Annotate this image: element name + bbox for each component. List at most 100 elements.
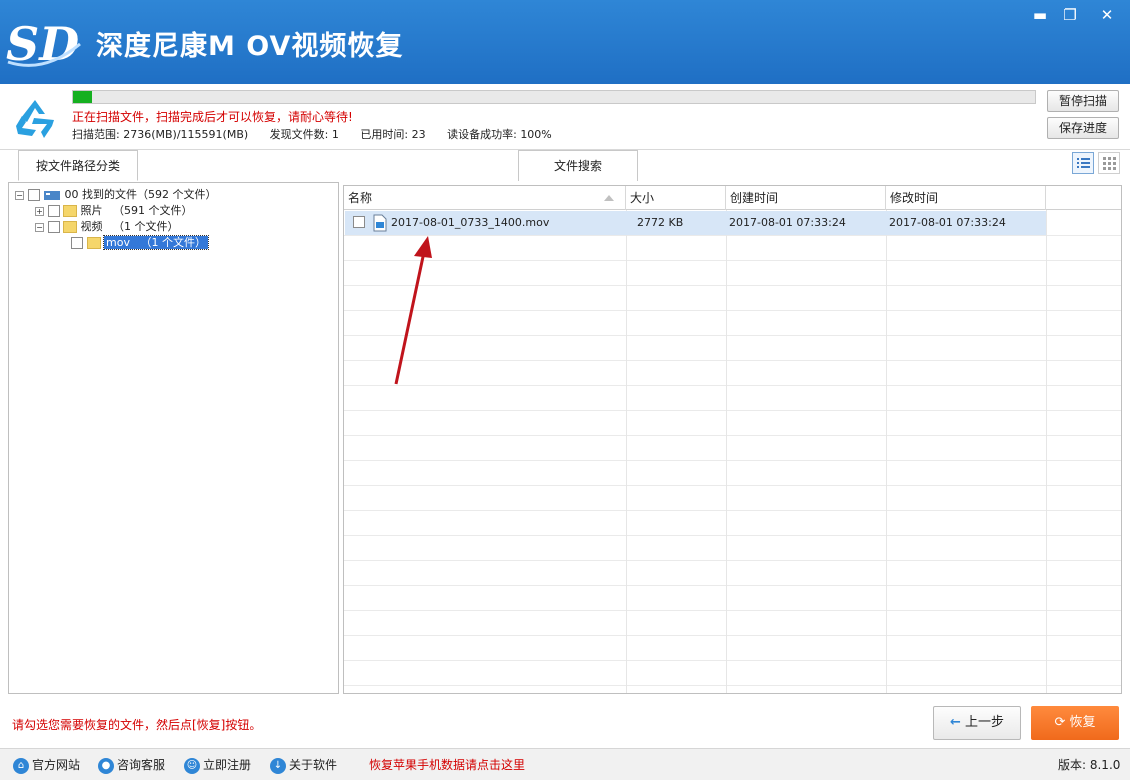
folder-icon xyxy=(63,205,77,217)
tree-label: 照片 xyxy=(80,204,103,217)
grid-row-line xyxy=(344,485,1121,486)
about-link[interactable]: ↓ 关于软件 xyxy=(270,757,337,774)
file-created: 2017-08-01 07:33:24 xyxy=(729,216,846,229)
app-title: 深度尼康M OV视频恢复 xyxy=(96,31,404,62)
grid-row-line xyxy=(344,635,1121,636)
collapse-icon[interactable]: − xyxy=(15,190,24,200)
tab-by-path[interactable]: 按文件路径分类 xyxy=(18,150,138,181)
minimize-button[interactable]: ▬ xyxy=(1027,4,1053,26)
column-size[interactable]: 大小 xyxy=(626,186,726,210)
save-progress-button[interactable]: 保存进度 xyxy=(1047,117,1119,139)
official-site-link[interactable]: ⌂ 官方网站 xyxy=(13,757,80,774)
grid-row-line xyxy=(344,660,1121,661)
grid-row-line xyxy=(344,435,1121,436)
tree-count: （1 个文件） xyxy=(113,220,179,233)
file-modified: 2017-08-01 07:33:24 xyxy=(889,216,1006,229)
chat-icon: ● xyxy=(98,757,114,774)
list-view-icon[interactable] xyxy=(1072,152,1094,174)
apple-recovery-link[interactable]: 恢复苹果手机数据请点击这里 xyxy=(369,757,525,773)
annotation-arrow xyxy=(394,236,432,385)
title-bar: SD 深度尼康M OV视频恢复 ▬ ❐ ✕ xyxy=(0,0,1130,84)
row-checkbox[interactable] xyxy=(353,216,365,228)
scan-progress-bar xyxy=(72,90,1036,104)
video-file-icon xyxy=(373,214,387,232)
grid-column-line xyxy=(726,210,727,693)
grid-row-line xyxy=(344,235,1121,236)
scan-status-text: 正在扫描文件，扫描完成后才可以恢复，请耐心等待! xyxy=(72,110,353,124)
grid-column-line xyxy=(1046,210,1047,693)
folder-icon xyxy=(86,237,101,249)
column-modified[interactable]: 修改时间 xyxy=(886,186,1046,210)
found-count: 发现文件数: 1 xyxy=(269,128,339,141)
grid-column-line xyxy=(626,210,627,693)
list-header: 名称 大小 创建时间 修改时间 xyxy=(344,186,1121,210)
grid-column-line xyxy=(886,210,887,693)
scan-progress-fill xyxy=(73,91,93,103)
grid-row-line xyxy=(344,460,1121,461)
file-size: 2772 KB xyxy=(637,216,684,229)
grid-row-line xyxy=(344,585,1121,586)
grid-row-line xyxy=(344,410,1121,411)
register-link[interactable]: ☺ 立即注册 xyxy=(184,757,251,774)
grid-row-line xyxy=(344,260,1121,261)
pause-scan-button[interactable]: 暂停扫描 xyxy=(1047,90,1119,112)
collapse-icon[interactable]: − xyxy=(35,222,44,232)
tree-item-mov[interactable]: mov （1 个文件） xyxy=(71,235,209,251)
grid-row-line xyxy=(344,360,1121,361)
tree-checkbox[interactable] xyxy=(47,221,60,233)
file-name: 2017-08-01_0733_1400.mov xyxy=(391,216,550,229)
user-icon: ☺ xyxy=(184,757,200,774)
scan-info-area: 正在扫描文件，扫描完成后才可以恢复，请耐心等待! 扫描范围: 2736(MB)/… xyxy=(0,84,1130,150)
read-success-rate: 读设备成功率: 100% xyxy=(447,128,552,141)
grid-row-line xyxy=(344,610,1121,611)
info-icon: ↓ xyxy=(270,757,286,774)
recover-button[interactable]: ⟳ 恢复 xyxy=(1031,706,1119,740)
grid-row-line xyxy=(344,685,1121,686)
tree-label-selected: mov （1 个文件） xyxy=(103,235,209,250)
tree-label: 视频 xyxy=(80,220,103,233)
version-label: 版本: 8.1.0 xyxy=(1058,758,1121,772)
recycle-icon xyxy=(16,100,54,138)
footer-bar: ⌂ 官方网站 ● 咨询客服 ☺ 立即注册 ↓ 关于软件 恢复苹果手机数据请点击这里 版本… xyxy=(0,748,1130,780)
sort-arrow-icon xyxy=(604,195,614,201)
scan-range: 扫描范围: 2736(MB)/115591(MB) xyxy=(72,128,249,141)
tree-item-videos[interactable]: − 视频 （1 个文件） xyxy=(35,219,179,235)
column-created[interactable]: 创建时间 xyxy=(726,186,886,210)
restore-button[interactable]: ❐ xyxy=(1057,4,1083,26)
column-name[interactable]: 名称 xyxy=(344,186,626,210)
file-list-panel: 名称 大小 创建时间 修改时间 2017-08-01_0733_1400.mov… xyxy=(343,185,1122,694)
tree-checkbox[interactable] xyxy=(71,237,83,249)
recover-label: 恢复 xyxy=(1069,715,1096,730)
arrow-left-icon: ← xyxy=(949,715,961,730)
svg-text:SD: SD xyxy=(6,17,79,70)
tree-item-root[interactable]: − 00 找到的文件（592 个文件） xyxy=(15,187,217,203)
grid-row-line xyxy=(344,285,1121,286)
grid-row-line xyxy=(344,310,1121,311)
refresh-icon: ⟳ xyxy=(1054,715,1066,730)
grid-row-line xyxy=(344,510,1121,511)
tree-checkbox[interactable] xyxy=(47,205,60,217)
tree-checkbox[interactable] xyxy=(27,189,40,201)
scan-stats: 扫描范围: 2736(MB)/115591(MB) 发现文件数: 1 已用时间:… xyxy=(72,126,570,142)
expand-icon[interactable]: + xyxy=(35,206,44,216)
tab-file-search[interactable]: 文件搜索 xyxy=(518,150,638,181)
grid-view-icon[interactable] xyxy=(1098,152,1120,174)
previous-step-label: 上一步 xyxy=(965,715,1005,730)
drive-icon xyxy=(44,191,60,200)
previous-step-button[interactable]: ← 上一步 xyxy=(933,706,1021,740)
home-icon: ⌂ xyxy=(13,757,29,774)
support-link[interactable]: ● 咨询客服 xyxy=(98,757,165,774)
close-button[interactable]: ✕ xyxy=(1094,4,1120,26)
folder-tree-panel: − 00 找到的文件（592 个文件） + 照片 （591 个文件） − 视频 … xyxy=(8,182,339,694)
tree-label: 00 找到的文件（592 个文件） xyxy=(64,188,217,201)
tree-item-photos[interactable]: + 照片 （591 个文件） xyxy=(35,203,193,219)
grid-row-line xyxy=(344,385,1121,386)
tree-count: （591 个文件） xyxy=(113,204,193,217)
grid-row-line xyxy=(344,560,1121,561)
folder-icon xyxy=(63,221,77,233)
instruction-text: 请勾选您需要恢复的文件，然后点[恢复]按钮。 xyxy=(12,718,262,732)
grid-row-line xyxy=(344,335,1121,336)
grid-row-line xyxy=(344,535,1121,536)
table-row[interactable]: 2017-08-01_0733_1400.mov 2772 KB 2017-08… xyxy=(345,211,1046,235)
elapsed-time: 已用时间: 23 xyxy=(360,128,426,141)
